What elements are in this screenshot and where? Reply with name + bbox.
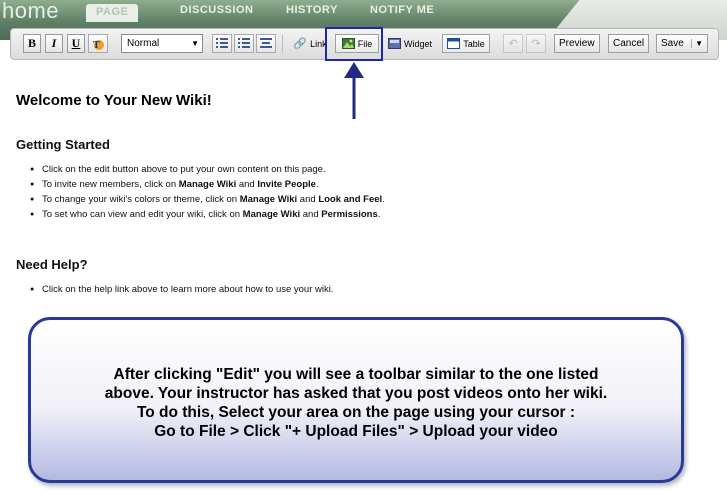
save-label: Save [661, 38, 684, 49]
callout-line: To do this, Select your area on the page… [136, 404, 576, 421]
getting-started-list: Click on the edit button above to put yo… [30, 162, 385, 222]
bullet-list-button[interactable] [234, 34, 254, 53]
tab-page[interactable]: PAGE [86, 4, 139, 22]
bullet-list-icon [238, 38, 250, 49]
instruction-callout: After clicking "Edit" you will see a too… [28, 317, 684, 483]
callout-line: Go to File > Click "+ Upload Files" > Up… [154, 423, 558, 440]
list-item-text: . [382, 194, 385, 205]
numbered-list-icon [216, 38, 228, 49]
redo-icon: ↷ [531, 38, 541, 50]
list-item-text: To set who can view and edit your wiki, … [42, 209, 243, 220]
list-item: Click on the help link above to learn mo… [30, 282, 334, 297]
indent-button[interactable] [256, 34, 276, 53]
list-item: Click on the edit button above to put yo… [30, 162, 385, 177]
table-button[interactable]: Table [442, 34, 490, 53]
need-help-list: Click on the help link above to learn mo… [30, 282, 334, 297]
table-icon [447, 38, 461, 49]
underline-button[interactable]: U [67, 34, 85, 53]
indent-icon [260, 38, 272, 49]
tab-history[interactable]: HISTORY [286, 4, 338, 22]
cancel-button[interactable]: Cancel [608, 34, 650, 53]
link-icon: 🔗 [293, 38, 308, 50]
bold-term: Manage Wiki [178, 179, 237, 190]
list-item-text: and [297, 194, 319, 205]
list-item: To change your wiki's colors or theme, c… [30, 192, 385, 207]
redo-button[interactable]: ↷ [526, 34, 546, 53]
file-button-highlight [325, 27, 383, 61]
need-help-heading: Need Help? [16, 257, 88, 272]
undo-icon: ↶ [508, 38, 518, 50]
list-item-text: To change your wiki's colors or theme, c… [42, 194, 240, 205]
list-item-text: . [377, 209, 381, 220]
list-item-text: and [300, 209, 322, 220]
numbered-list-button[interactable] [212, 34, 232, 53]
table-label: Table [463, 38, 485, 49]
list-item-text: To invite new members, click on [42, 179, 179, 190]
list-item-text: and [236, 179, 258, 190]
text-color-button[interactable]: T [88, 34, 108, 53]
home-link[interactable]: home [2, 0, 59, 24]
preview-button[interactable]: Preview [554, 34, 600, 53]
callout-line: above. Your instructor has asked that yo… [104, 385, 608, 402]
callout-text: After clicking "Edit" you will see a too… [105, 365, 607, 441]
callout-line: After clicking "Edit" you will see a too… [113, 366, 599, 383]
link-button[interactable]: 🔗 Link [290, 34, 330, 53]
toolbar-separator [282, 35, 283, 53]
page-title: Welcome to Your New Wiki! [16, 92, 212, 109]
undo-button[interactable]: ↶ [503, 34, 523, 53]
bold-button[interactable]: B [23, 34, 41, 53]
italic-button[interactable]: I [45, 34, 63, 53]
list-item: To set who can view and edit your wiki, … [30, 207, 385, 222]
save-dropdown-icon[interactable]: ▼ [691, 39, 703, 48]
svg-text:T: T [93, 40, 100, 51]
widget-label: Widget [403, 38, 432, 49]
getting-started-heading: Getting Started [16, 137, 110, 152]
bold-term: Manage Wiki [239, 194, 298, 205]
list-item-text: Click on the help link above to learn mo… [42, 284, 334, 295]
bold-term: Invite People [257, 179, 316, 190]
bold-term: Manage Wiki [242, 209, 301, 220]
list-item: To invite new members, click on Manage W… [30, 177, 385, 192]
arrow-up-icon [344, 62, 364, 119]
text-color-icon: T [93, 39, 104, 51]
list-item-text: . [315, 179, 319, 190]
widget-button[interactable]: Widget [384, 34, 436, 53]
bold-term: Permissions [321, 209, 378, 220]
list-item-text: Click on the edit button above to put yo… [42, 164, 326, 175]
widget-icon [387, 38, 401, 49]
style-select-value: Normal [127, 38, 160, 49]
tab-discussion[interactable]: DISCUSSION [180, 4, 253, 22]
save-button[interactable]: Save ▼ [656, 34, 708, 53]
tab-notify-me[interactable]: NOTIFY ME [370, 4, 434, 22]
dropdown-arrow-icon: ▼ [191, 39, 199, 48]
style-select[interactable]: Normal ▼ [121, 34, 203, 53]
bold-term: Look and Feel [318, 194, 383, 205]
